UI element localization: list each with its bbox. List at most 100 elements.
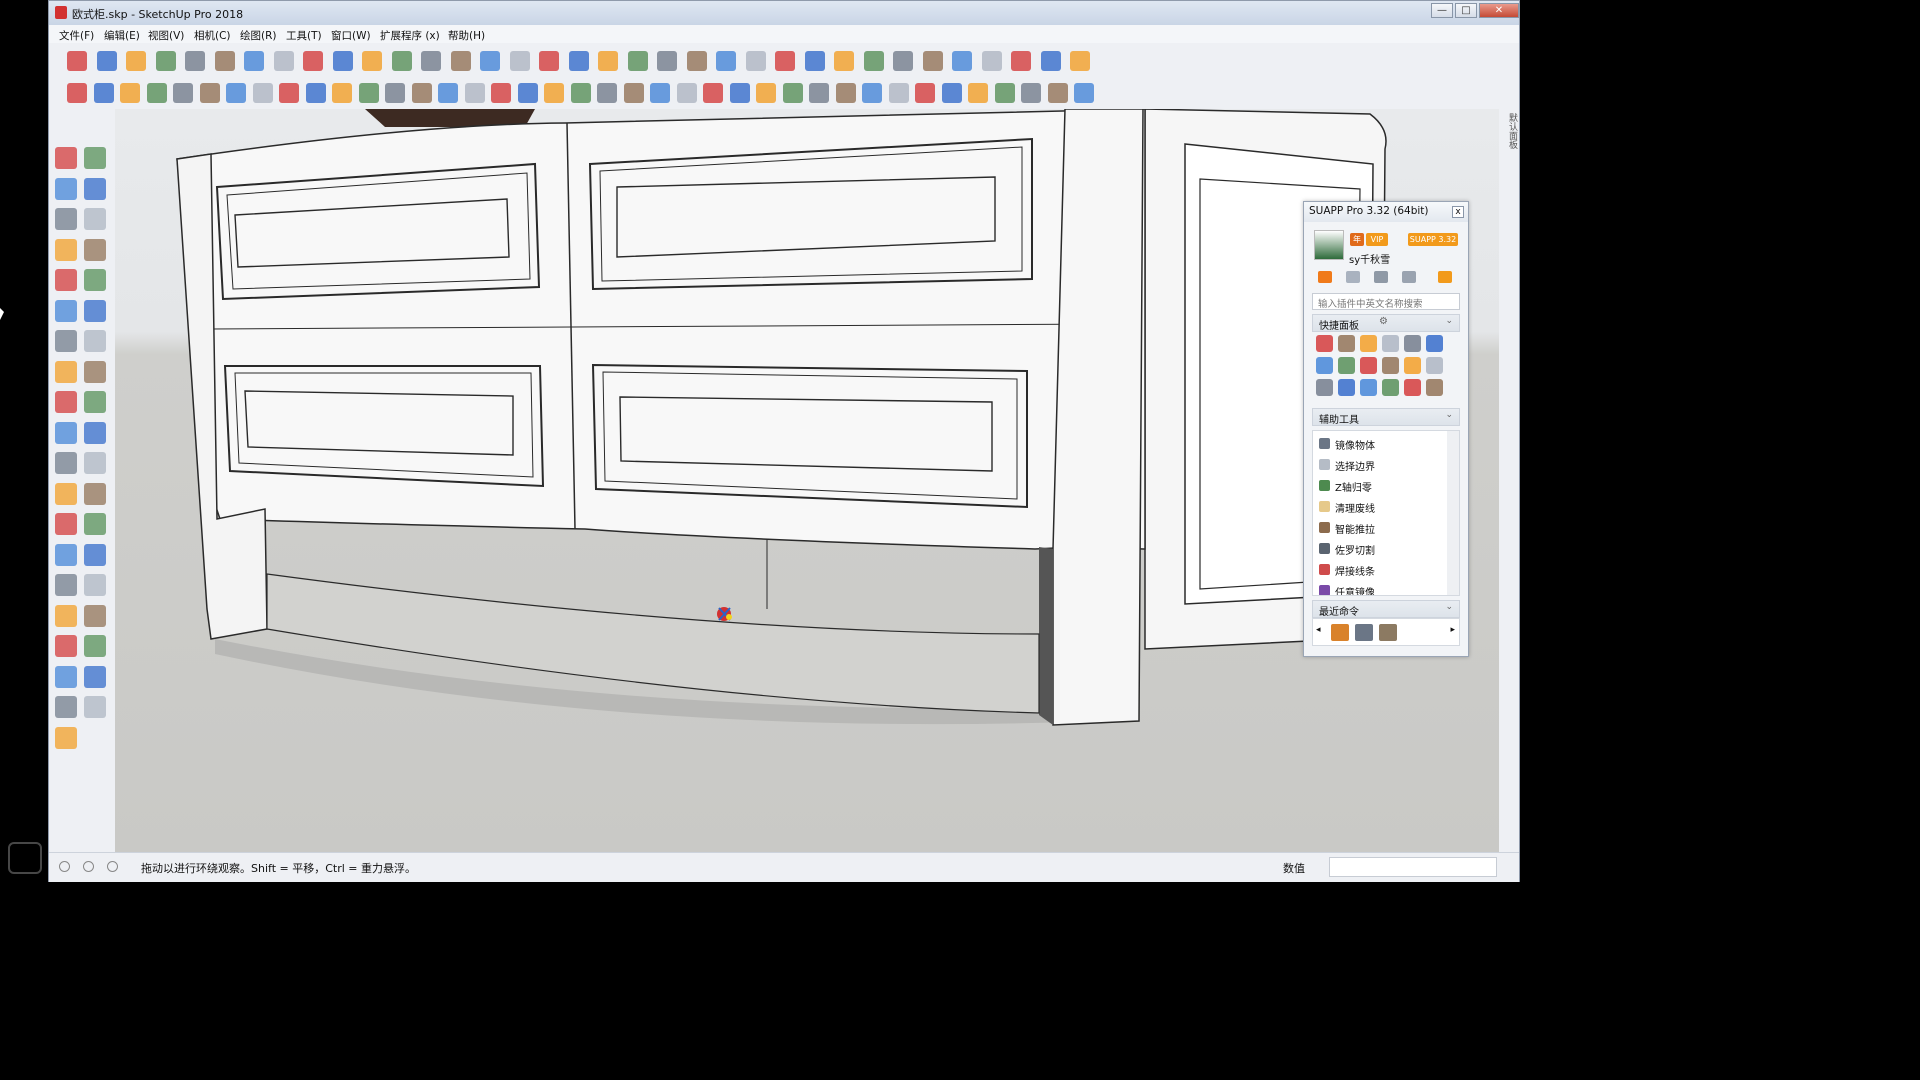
quick-tool-icon[interactable] bbox=[1382, 357, 1399, 374]
table-a-icon[interactable] bbox=[438, 83, 458, 103]
make-component-icon[interactable] bbox=[84, 147, 106, 169]
zigzag-icon[interactable] bbox=[862, 83, 882, 103]
menu-tools[interactable]: 工具(T) bbox=[286, 28, 322, 43]
aux-item[interactable]: 镜像物体 bbox=[1313, 433, 1447, 454]
menu-help[interactable]: 帮助(H) bbox=[448, 28, 485, 43]
minimize-button[interactable]: — bbox=[1431, 3, 1453, 18]
table-f-icon[interactable] bbox=[570, 83, 591, 103]
undo-icon[interactable] bbox=[273, 51, 294, 71]
right-view-icon[interactable] bbox=[480, 51, 500, 71]
aux-item[interactable]: 任意镜像 bbox=[1313, 580, 1447, 595]
follow-me-icon[interactable] bbox=[84, 391, 106, 413]
quick-tool-icon[interactable] bbox=[1426, 379, 1443, 396]
solid-icon[interactable] bbox=[226, 83, 246, 103]
quick-tool-icon[interactable] bbox=[1316, 357, 1333, 374]
comment-icon[interactable] bbox=[332, 83, 352, 103]
axes-icon[interactable] bbox=[55, 513, 77, 535]
quick-tool-icon[interactable] bbox=[1360, 379, 1377, 396]
curve-e-icon[interactable] bbox=[729, 83, 750, 103]
menu-edit[interactable]: 编辑(E) bbox=[104, 28, 140, 43]
redo-icon[interactable] bbox=[303, 51, 323, 71]
pan-icon[interactable] bbox=[84, 543, 106, 566]
recent-cmd-icon[interactable] bbox=[1331, 624, 1349, 641]
two-point-arc-icon[interactable] bbox=[55, 330, 77, 352]
user-icon[interactable] bbox=[107, 861, 118, 872]
chevron-right-icon[interactable]: ▸ bbox=[1450, 625, 1455, 635]
rectangle-icon[interactable] bbox=[55, 238, 77, 261]
aux-item[interactable]: Z轴归零 bbox=[1313, 475, 1447, 496]
quick-tool-icon[interactable] bbox=[1404, 379, 1421, 396]
cut-icon[interactable] bbox=[155, 51, 176, 71]
wrench-icon[interactable] bbox=[1021, 83, 1041, 103]
photo-icon[interactable] bbox=[173, 83, 193, 103]
sandbox-c-icon[interactable] bbox=[55, 726, 77, 749]
orbit-icon[interactable] bbox=[55, 543, 77, 566]
quick-tool-icon[interactable] bbox=[1316, 335, 1333, 352]
circle-icon[interactable] bbox=[55, 269, 77, 291]
hidden-line-icon[interactable] bbox=[657, 51, 677, 71]
suapp-icon[interactable] bbox=[67, 83, 87, 103]
select-icon[interactable] bbox=[55, 147, 77, 169]
camera-icon[interactable] bbox=[120, 83, 140, 103]
walk-icon[interactable] bbox=[55, 665, 77, 688]
shaded-icon[interactable] bbox=[686, 51, 707, 71]
protractor-icon[interactable] bbox=[55, 482, 77, 505]
sandbox-b-icon[interactable] bbox=[84, 696, 106, 718]
arc-c-icon[interactable] bbox=[941, 83, 962, 103]
polygon-icon[interactable] bbox=[994, 83, 1015, 103]
chevron-left-icon[interactable]: ◂ bbox=[1316, 625, 1321, 635]
quick-tool-icon[interactable] bbox=[1316, 379, 1333, 396]
zoom-extents-icon[interactable] bbox=[55, 604, 77, 627]
curve-a-icon[interactable] bbox=[623, 83, 644, 103]
shaded-textures-icon[interactable] bbox=[716, 51, 736, 71]
three-point-arc-icon[interactable] bbox=[84, 330, 106, 352]
3d-text-icon[interactable] bbox=[84, 513, 106, 535]
quick-tool-icon[interactable] bbox=[1426, 357, 1443, 374]
aux-item[interactable]: 焊接线条 bbox=[1313, 559, 1447, 580]
spiral-icon[interactable] bbox=[809, 83, 829, 103]
pie-icon[interactable] bbox=[84, 299, 106, 322]
settings-icon[interactable] bbox=[252, 83, 273, 103]
scale-icon[interactable] bbox=[55, 421, 77, 444]
cone-icon[interactable] bbox=[1074, 83, 1094, 103]
components-icon[interactable] bbox=[952, 51, 972, 71]
paste-icon[interactable] bbox=[214, 51, 235, 71]
info-icon[interactable] bbox=[358, 83, 379, 103]
quick-tool-icon[interactable] bbox=[1404, 357, 1421, 374]
quick-tool-icon[interactable] bbox=[1338, 379, 1355, 396]
menu-file[interactable]: 文件(F) bbox=[59, 28, 94, 43]
quick-tool-icon[interactable] bbox=[1404, 335, 1421, 352]
rotate-icon[interactable] bbox=[55, 391, 77, 413]
back-edges-icon[interactable] bbox=[598, 51, 618, 71]
maximize-button[interactable]: □ bbox=[1455, 3, 1477, 18]
layout-icon[interactable] bbox=[834, 51, 854, 71]
section-plane-icon[interactable] bbox=[863, 51, 884, 71]
quick-tool-icon[interactable] bbox=[1382, 335, 1399, 352]
wireframe-icon[interactable] bbox=[627, 51, 648, 71]
3d-viewport[interactable] bbox=[115, 109, 1499, 852]
table-e-icon[interactable] bbox=[544, 83, 564, 103]
aux-tools-header[interactable]: 辅助工具 ⌄ bbox=[1312, 408, 1460, 426]
section-cut-icon[interactable] bbox=[922, 51, 943, 71]
open-icon[interactable] bbox=[96, 51, 117, 71]
section-plane-icon[interactable] bbox=[84, 665, 106, 688]
options-icon[interactable] bbox=[305, 83, 326, 103]
position-camera-icon[interactable] bbox=[55, 635, 77, 657]
erase-icon[interactable] bbox=[244, 51, 264, 71]
suapp-close-button[interactable]: x bbox=[1452, 206, 1464, 218]
sandbox-icon[interactable] bbox=[146, 83, 167, 103]
quick-tool-icon[interactable] bbox=[1426, 335, 1443, 352]
folder-icon[interactable] bbox=[1346, 271, 1360, 283]
tape-measure-icon[interactable] bbox=[55, 452, 77, 474]
aux-item[interactable]: 清理废线 bbox=[1313, 496, 1447, 517]
line-icon[interactable] bbox=[968, 83, 988, 103]
zoom-icon[interactable] bbox=[55, 574, 77, 596]
gear-icon[interactable]: ⚙ bbox=[1379, 316, 1388, 327]
left-view-icon[interactable] bbox=[539, 51, 559, 71]
look-around-icon[interactable] bbox=[84, 635, 106, 657]
xray-icon[interactable] bbox=[568, 51, 589, 71]
recent-cmd-icon[interactable] bbox=[1379, 624, 1397, 641]
arc-b-icon[interactable] bbox=[835, 83, 856, 103]
warehouse-icon[interactable] bbox=[775, 51, 795, 71]
section-display-icon[interactable] bbox=[893, 51, 913, 71]
